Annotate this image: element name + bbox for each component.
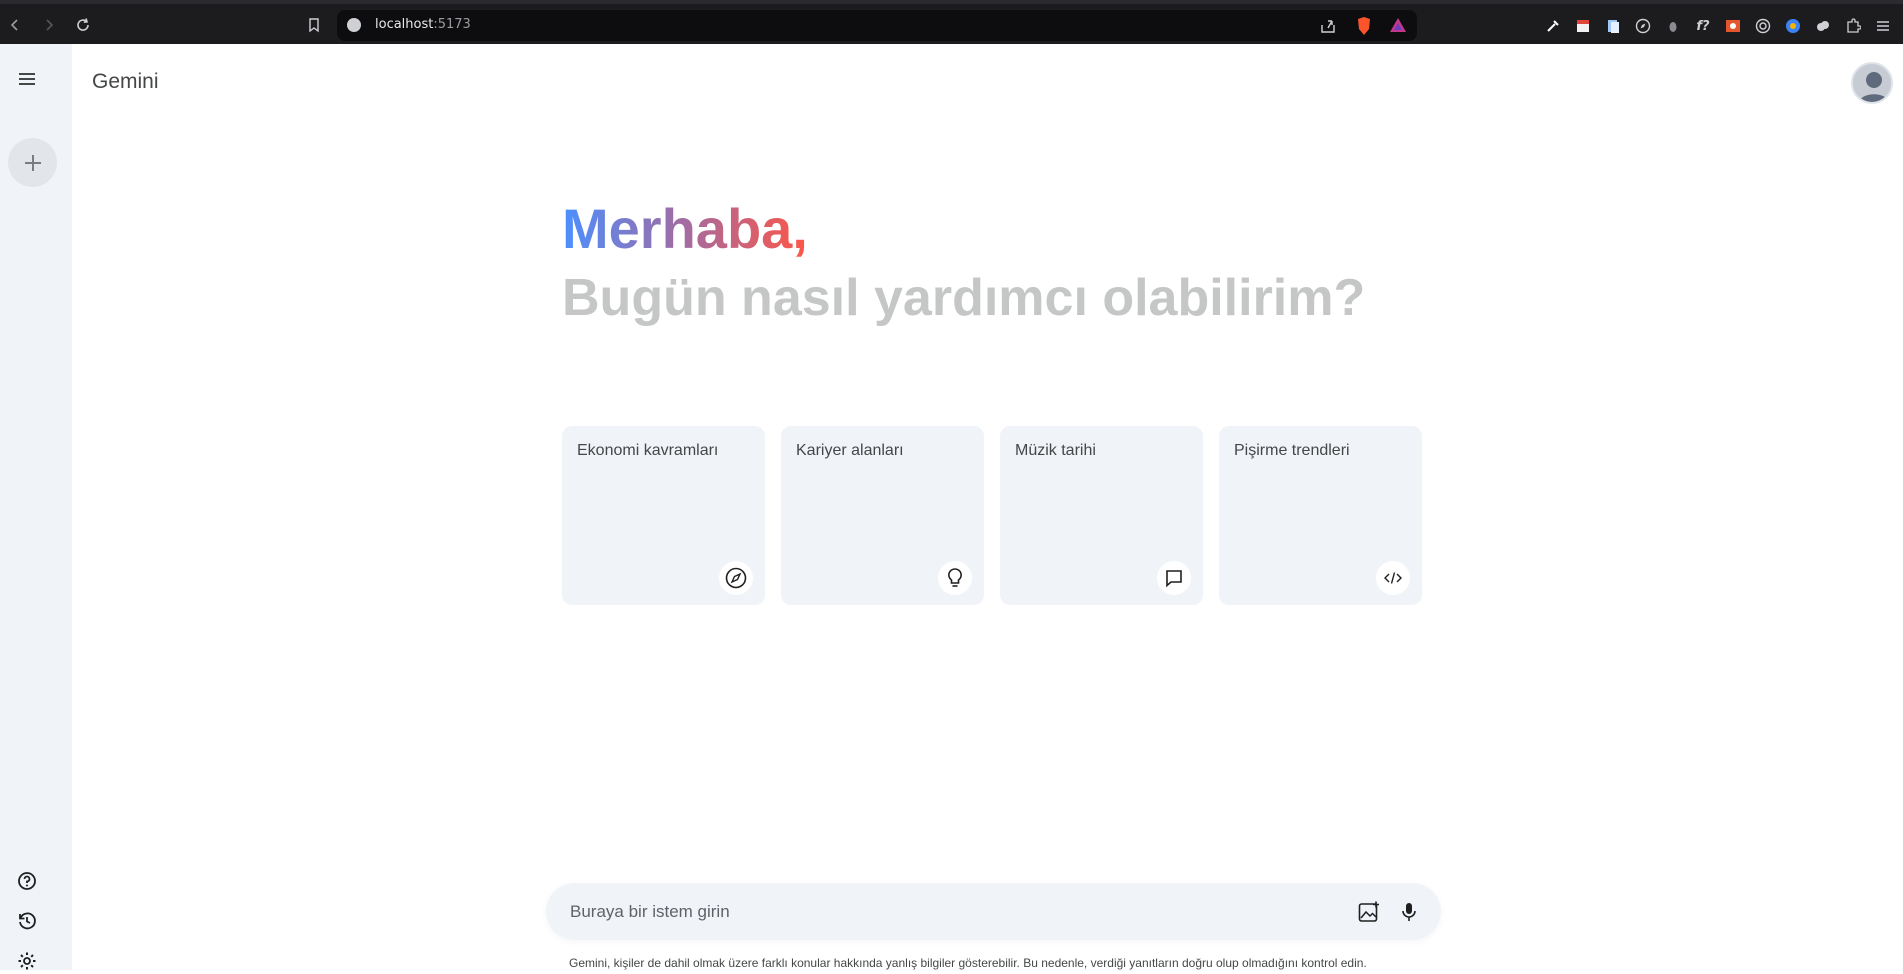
card-label: Müzik tarihi (1015, 442, 1096, 459)
user-avatar[interactable] (1851, 62, 1893, 104)
brave-shield-icon[interactable] (1355, 16, 1373, 36)
settings-gear-icon[interactable] (14, 948, 40, 974)
suggestion-card-career[interactable]: Kariyer alanları (781, 426, 984, 605)
site-info-icon[interactable] (347, 18, 361, 32)
image-upload-icon[interactable] (1356, 899, 1382, 925)
compass-extension-icon[interactable] (1633, 16, 1653, 36)
disclaimer-text: Gemini, kişiler de dahil olmak üzere far… (569, 956, 1367, 970)
suggestion-card-economy[interactable]: Ekonomi kavramları (562, 426, 765, 605)
prompt-input[interactable] (570, 897, 1330, 927)
greeting-question: Bugün nasıl yardımcı olabilirim? (562, 269, 1366, 327)
bookmark-icon[interactable] (303, 14, 325, 36)
card-label: Pişirme trendleri (1234, 442, 1350, 459)
address-bar[interactable]: localhost:5173 (337, 10, 1417, 41)
microphone-icon[interactable] (1396, 899, 1422, 925)
browser-toolbar: localhost:5173 f? (0, 0, 1903, 44)
card-label: Ekonomi kavramları (577, 442, 719, 459)
globe-extension-icon[interactable] (1783, 16, 1803, 36)
browser-menu-icon[interactable] (1873, 16, 1893, 36)
suggestion-card-music[interactable]: Müzik tarihi (1000, 426, 1203, 605)
bug-extension-icon[interactable] (1663, 16, 1683, 36)
user-icon (1858, 72, 1890, 102)
menu-icon[interactable] (14, 66, 40, 92)
font-extension-icon[interactable]: f? (1693, 16, 1713, 36)
help-icon[interactable] (14, 868, 40, 894)
new-chat-button[interactable] (8, 138, 57, 187)
copy-extension-icon[interactable] (1603, 16, 1623, 36)
forward-icon[interactable] (38, 14, 60, 36)
puzzle-extensions-icon[interactable] (1843, 16, 1863, 36)
card-label: Kariyer alanları (796, 442, 904, 459)
eyedropper-icon[interactable] (1543, 16, 1563, 36)
greeting-hello: Merhaba, (562, 197, 808, 260)
back-icon[interactable] (4, 14, 26, 36)
message-icon (1157, 561, 1191, 595)
suggestion-card-cooking[interactable]: Pişirme trendleri (1219, 426, 1422, 605)
target-extension-icon[interactable] (1753, 16, 1773, 36)
compass-icon (719, 561, 753, 595)
app-title: Gemini (92, 70, 159, 93)
history-icon[interactable] (14, 908, 40, 934)
bulb-icon (938, 561, 972, 595)
brave-rewards-icon[interactable] (1389, 16, 1407, 34)
url-text: localhost:5173 (375, 17, 471, 32)
plus-icon (24, 154, 41, 171)
reload-icon[interactable] (72, 14, 94, 36)
sidebar (0, 44, 72, 970)
cloud-extension-icon[interactable] (1813, 16, 1833, 36)
suggestion-cards: Ekonomi kavramları Kariyer alanları Müzi… (562, 426, 1422, 605)
image-extension-icon[interactable] (1723, 16, 1743, 36)
prompt-bar (546, 883, 1441, 940)
code-icon (1376, 561, 1410, 595)
share-icon[interactable] (1319, 17, 1337, 35)
note-extension-icon[interactable] (1573, 16, 1593, 36)
